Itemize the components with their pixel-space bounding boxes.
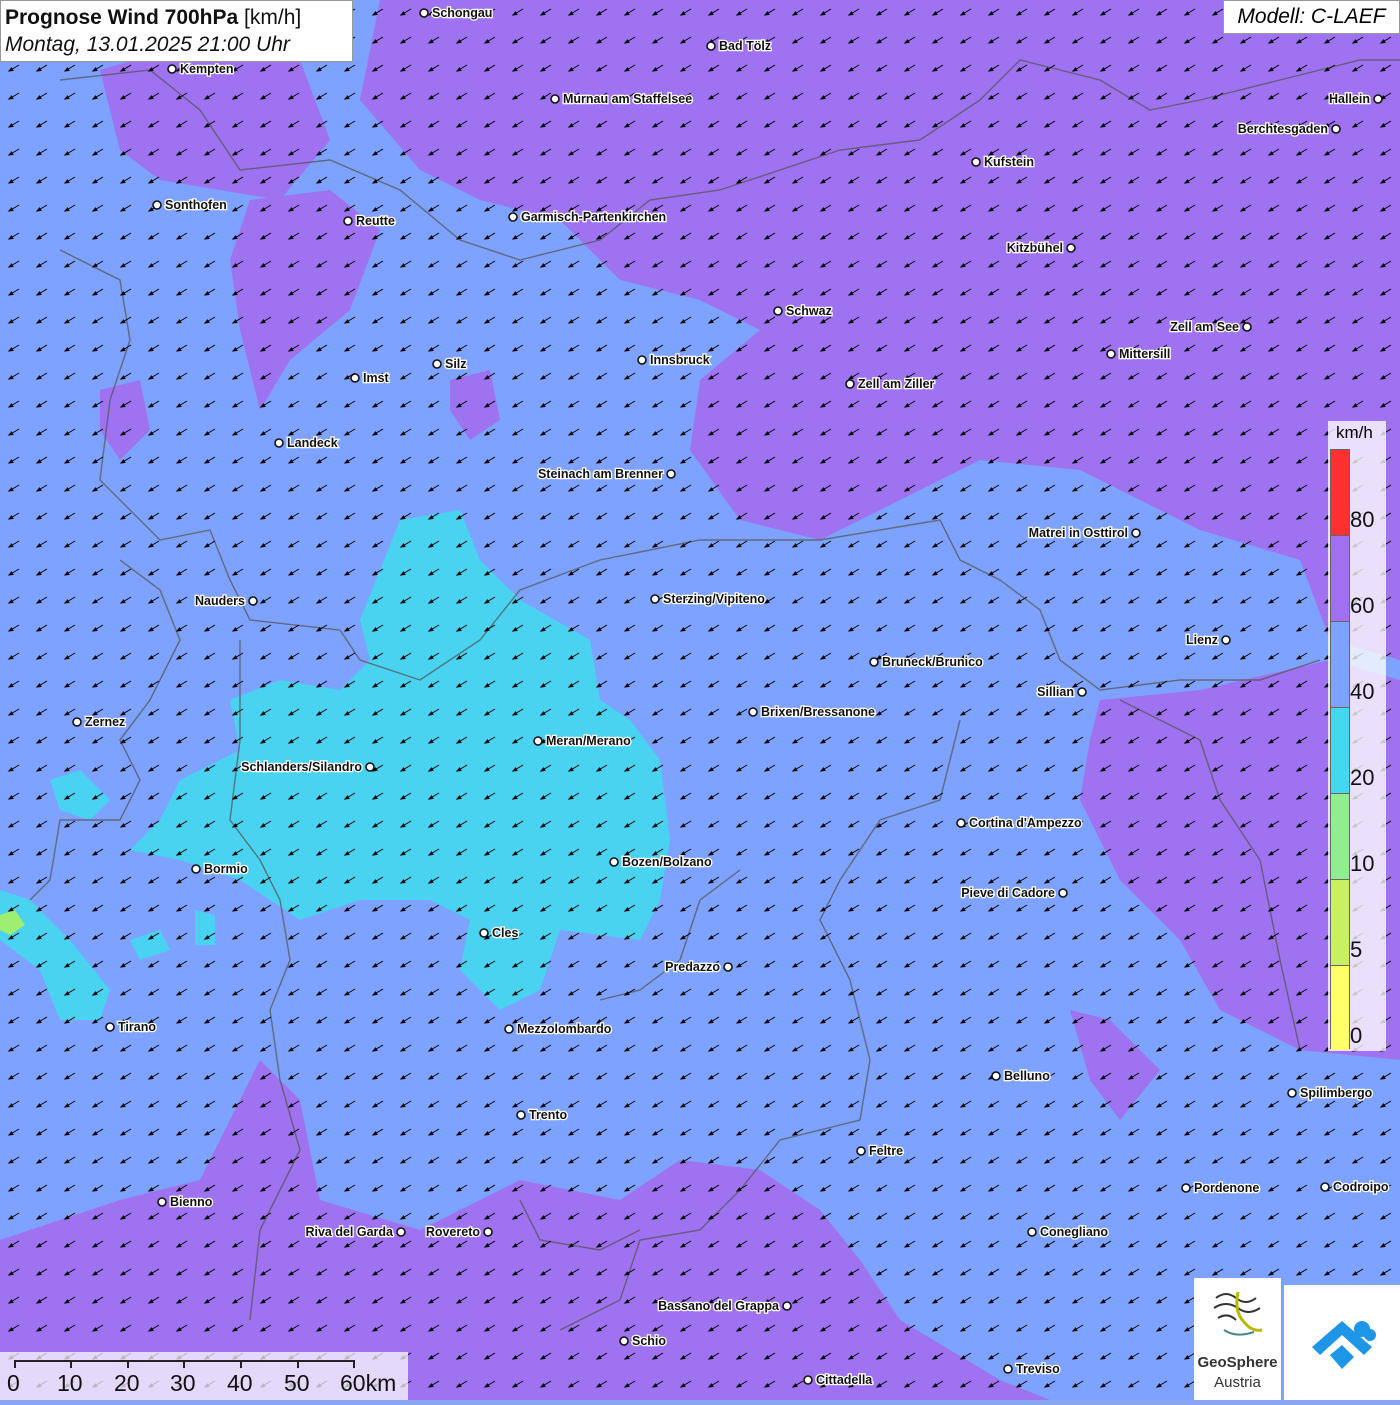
- wind-map: SchongauKemptenBad TölzMurnau am Staffel…: [0, 0, 1400, 1400]
